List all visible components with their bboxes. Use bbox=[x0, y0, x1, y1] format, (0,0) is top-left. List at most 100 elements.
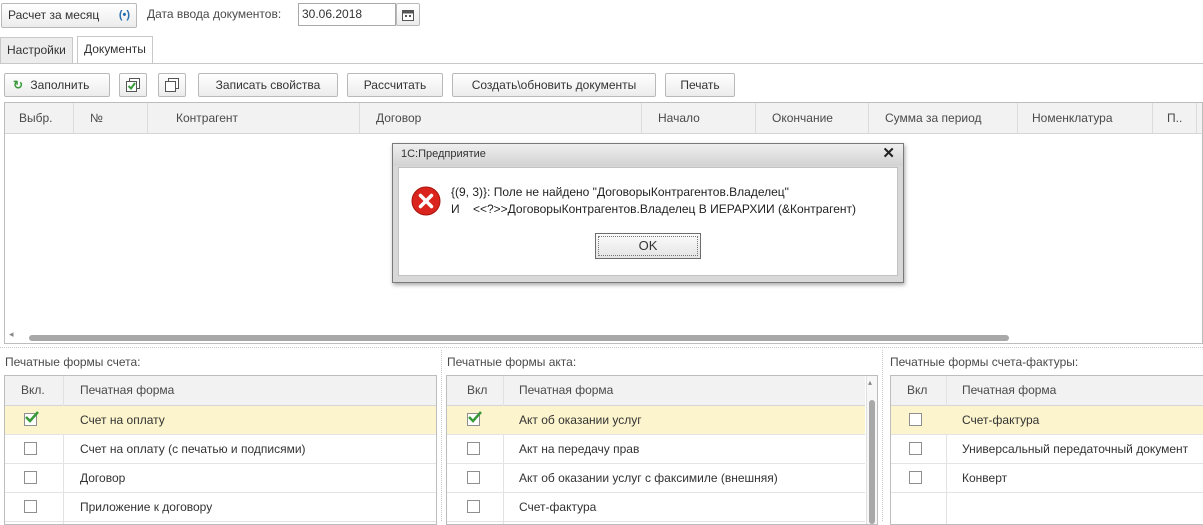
uncheck-all-icon bbox=[165, 78, 179, 92]
list-item[interactable]: Счет на оплату bbox=[5, 406, 436, 435]
list-item[interactable]: Счет-фактура bbox=[447, 493, 865, 522]
col-contract[interactable]: Договор bbox=[360, 103, 642, 133]
fill-label: Заполнить bbox=[30, 78, 90, 92]
date-value: 30.06.2018 bbox=[302, 7, 363, 21]
invoice-col-form[interactable]: Печатная форма bbox=[80, 376, 174, 405]
write-props-label: Записать свойства bbox=[215, 78, 321, 92]
print-label: Печать bbox=[680, 78, 720, 92]
checkbox[interactable] bbox=[467, 442, 480, 455]
list-item[interactable]: Счет-фактура bbox=[891, 406, 1203, 435]
dialog-body: {(9, 3)}: Поле не найдено "ДоговорыКонтр… bbox=[398, 167, 898, 276]
col-select[interactable]: Выбр. bbox=[5, 103, 74, 133]
list-item[interactable]: Счет на оплату (с печатью и подписями) bbox=[5, 435, 436, 464]
list-item[interactable]: Универсальный передаточный документ bbox=[891, 435, 1203, 464]
col-number-label: № bbox=[90, 111, 103, 125]
sf-form-label: Счет-фактура bbox=[962, 413, 1040, 427]
col-nomenclature[interactable]: Номенклатура bbox=[1018, 103, 1153, 133]
panel-vsep-1 bbox=[441, 350, 442, 521]
col-end[interactable]: Окончание bbox=[756, 103, 869, 133]
horizontal-scrollbar[interactable]: ◂ bbox=[5, 329, 1202, 343]
act-forms-header: Вкл Печатная форма bbox=[447, 376, 865, 406]
invoice-forms-title: Печатные формы счета: bbox=[5, 355, 141, 369]
calc-month-label: Расчет за месяц bbox=[8, 8, 100, 22]
act-form-label: Акт об оказании услуг с факсимиле (внешн… bbox=[519, 471, 778, 485]
checkbox[interactable] bbox=[909, 413, 922, 426]
vscroll-thumb[interactable] bbox=[869, 400, 875, 524]
invoice-forms-header: Вкл. Печатная форма bbox=[5, 376, 436, 406]
sf-col-form[interactable]: Печатная форма bbox=[962, 376, 1056, 405]
checkbox[interactable] bbox=[467, 500, 480, 513]
sf-forms-grid[interactable]: Вкл Печатная форма Счет-фактура Универса… bbox=[890, 375, 1203, 525]
col-number[interactable]: № bbox=[74, 103, 148, 133]
checkbox[interactable] bbox=[909, 471, 922, 484]
scroll-left-icon[interactable]: ◂ bbox=[9, 329, 14, 340]
checkbox[interactable] bbox=[24, 500, 37, 513]
calc-month-button[interactable]: Расчет за месяц (•) bbox=[1, 3, 137, 28]
sf-col-on[interactable]: Вкл bbox=[907, 376, 927, 405]
error-dialog: 1С:Предприятие ✕ {(9, 3)}: Поле не найде… bbox=[392, 143, 904, 283]
table-header: Выбр. № Контрагент Договор Начало Оконча… bbox=[5, 103, 1202, 134]
ok-label: OK bbox=[638, 238, 658, 253]
act-forms-title: Печатные формы акта: bbox=[447, 355, 577, 369]
tab-documents[interactable]: Документы bbox=[77, 36, 153, 64]
tab-settings[interactable]: Настройки bbox=[0, 37, 73, 63]
list-item[interactable]: Акт об оказании услуг bbox=[447, 406, 865, 435]
act-col-form[interactable]: Печатная форма bbox=[519, 376, 613, 405]
write-props-button[interactable]: Записать свойства bbox=[198, 73, 338, 97]
col-sum[interactable]: Сумма за период bbox=[869, 103, 1018, 133]
check-icon bbox=[25, 411, 39, 423]
date-input[interactable]: 30.06.2018 bbox=[298, 3, 396, 26]
act-form-label: Акт на передачу прав bbox=[519, 442, 640, 456]
check-all-button[interactable] bbox=[119, 73, 147, 97]
checkbox[interactable] bbox=[467, 471, 480, 484]
error-line-1: {(9, 3)}: Поле не найдено "ДоговорыКонтр… bbox=[451, 185, 789, 199]
sf-form-label: Универсальный передаточный документ bbox=[962, 442, 1189, 456]
act-forms-grid[interactable]: Вкл Печатная форма Акт об оказании услуг… bbox=[446, 375, 878, 525]
col-p[interactable]: П.. bbox=[1153, 103, 1197, 133]
tab-settings-label: Настройки bbox=[7, 43, 66, 57]
act-col-on[interactable]: Вкл bbox=[467, 376, 487, 405]
checkbox-checked[interactable] bbox=[467, 411, 482, 426]
checkbox[interactable] bbox=[24, 471, 37, 484]
calendar-button[interactable] bbox=[396, 3, 420, 26]
check-icon bbox=[468, 411, 482, 423]
date-label: Дата ввода документов: bbox=[147, 7, 282, 21]
scrollbar-thumb[interactable] bbox=[29, 335, 1009, 341]
list-item[interactable]: Договор bbox=[5, 464, 436, 493]
panel-vsep-2 bbox=[882, 350, 883, 521]
list-item[interactable]: Акт об оказании услуг с факсимиле (внешн… bbox=[447, 464, 865, 493]
scroll-up-icon[interactable]: ▴ bbox=[868, 378, 872, 387]
list-item[interactable]: Приложение к договору bbox=[5, 493, 436, 522]
list-item[interactable]: Конверт bbox=[891, 464, 1203, 493]
invoice-col-on[interactable]: Вкл. bbox=[21, 376, 45, 405]
fill-button[interactable]: ↻ Заполнить bbox=[4, 73, 110, 97]
calculate-button[interactable]: Рассчитать bbox=[347, 73, 443, 97]
error-line-2: И <<?>>ДоговорыКонтрагентов.Владелец В И… bbox=[451, 202, 856, 216]
col-contract-label: Договор bbox=[376, 111, 422, 125]
vertical-scrollbar[interactable]: ▴ bbox=[866, 376, 877, 524]
uncheck-all-button[interactable] bbox=[158, 73, 186, 97]
tab-documents-label: Документы bbox=[84, 42, 146, 56]
list-item[interactable]: Акт на передачу прав bbox=[447, 435, 865, 464]
col-start[interactable]: Начало bbox=[642, 103, 756, 133]
dialog-title: 1С:Предприятие bbox=[401, 148, 486, 160]
col-contractor[interactable]: Контрагент bbox=[148, 103, 360, 133]
checkbox-checked[interactable] bbox=[24, 411, 39, 426]
create-docs-button[interactable]: Создать\обновить документы bbox=[452, 73, 656, 97]
close-icon[interactable]: ✕ bbox=[882, 146, 895, 162]
ok-button[interactable]: OK bbox=[595, 233, 701, 259]
print-button[interactable]: Печать bbox=[665, 73, 735, 97]
checkbox[interactable] bbox=[909, 442, 922, 455]
refresh-icon: ↻ bbox=[13, 78, 24, 92]
check-all-icon bbox=[126, 78, 140, 92]
sf-forms-title: Печатные формы счета-фактуры: bbox=[890, 355, 1079, 369]
invoice-forms-grid[interactable]: Вкл. Печатная форма Счет на оплату Счет … bbox=[4, 375, 437, 525]
checkbox[interactable] bbox=[24, 442, 37, 455]
col-contractor-label: Контрагент bbox=[176, 111, 239, 125]
col-sum-label: Сумма за период bbox=[885, 111, 982, 125]
col-p-label: П.. bbox=[1167, 111, 1183, 125]
invoice-form-label: Счет на оплату (с печатью и подписями) bbox=[80, 442, 306, 456]
col-end-label: Окончание bbox=[772, 111, 833, 125]
dialog-titlebar: 1С:Предприятие ✕ bbox=[393, 144, 903, 166]
sf-form-label: Конверт bbox=[962, 471, 1008, 485]
